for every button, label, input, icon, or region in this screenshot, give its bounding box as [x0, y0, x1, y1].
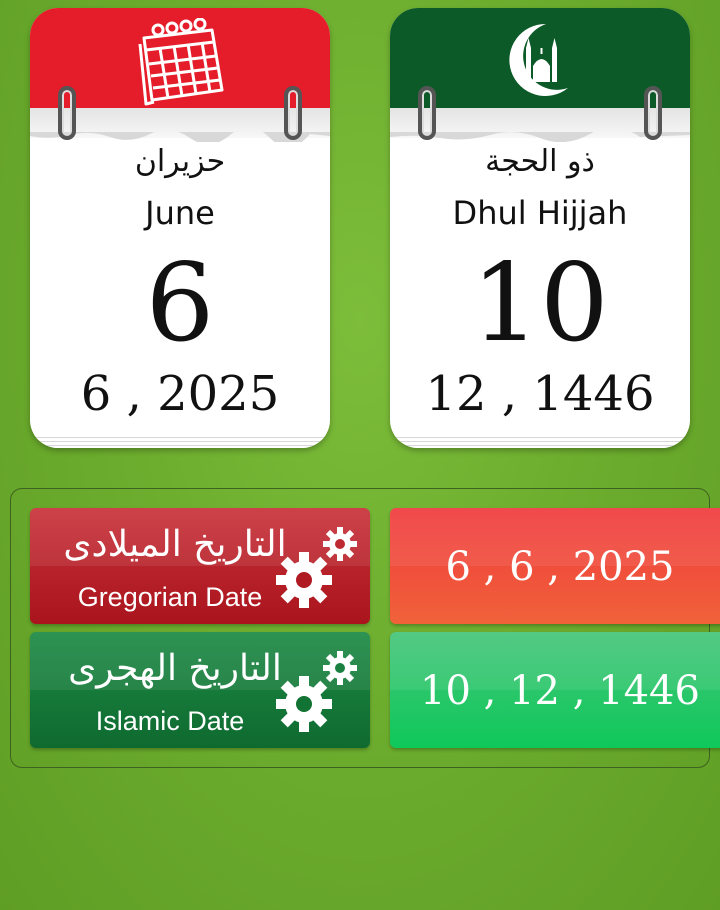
gregorian-date-button[interactable]: التاريخ الميلادى Gregorian Date: [30, 508, 370, 624]
month-arabic: حزيران: [134, 144, 226, 179]
islamic-date-button[interactable]: التاريخ الهجرى Islamic Date: [30, 632, 370, 748]
hijri-calendar-card[interactable]: ذو الحجة Dhul Hijjah 10 12 , 1446: [390, 8, 690, 448]
islamic-label-english: Islamic Date: [95, 706, 245, 736]
mosque-crescent-icon: [502, 18, 578, 104]
month-english: Dhul Hijjah: [452, 194, 628, 232]
binder-ring: [418, 86, 436, 140]
gregorian-date-value[interactable]: 6 , 6 , 2025: [390, 508, 720, 624]
month-year-line: 12 , 1446: [425, 366, 655, 422]
month-arabic: ذو الحجة: [485, 144, 595, 179]
gregorian-calendar-card[interactable]: حزيران June 6 6 , 2025: [30, 8, 330, 448]
binder-ring: [644, 86, 662, 140]
binder-ring: [284, 86, 302, 140]
month-english: June: [145, 194, 215, 232]
calendar-icon: [130, 17, 230, 112]
gears-icon: [270, 522, 360, 618]
gears-icon: [270, 646, 360, 742]
gregorian-label-english: Gregorian Date: [77, 582, 263, 612]
day-number: 6: [145, 241, 215, 366]
month-year-line: 6 , 2025: [80, 366, 280, 422]
gregorian-date-text: 6 , 6 , 2025: [445, 544, 675, 590]
page-edges: [30, 434, 330, 448]
day-number: 10: [471, 241, 609, 366]
binder-ring: [58, 86, 76, 140]
islamic-date-text: 10 , 12 , 1446: [420, 668, 700, 714]
page-edges: [390, 434, 690, 448]
islamic-date-value[interactable]: 10 , 12 , 1446: [390, 632, 720, 748]
